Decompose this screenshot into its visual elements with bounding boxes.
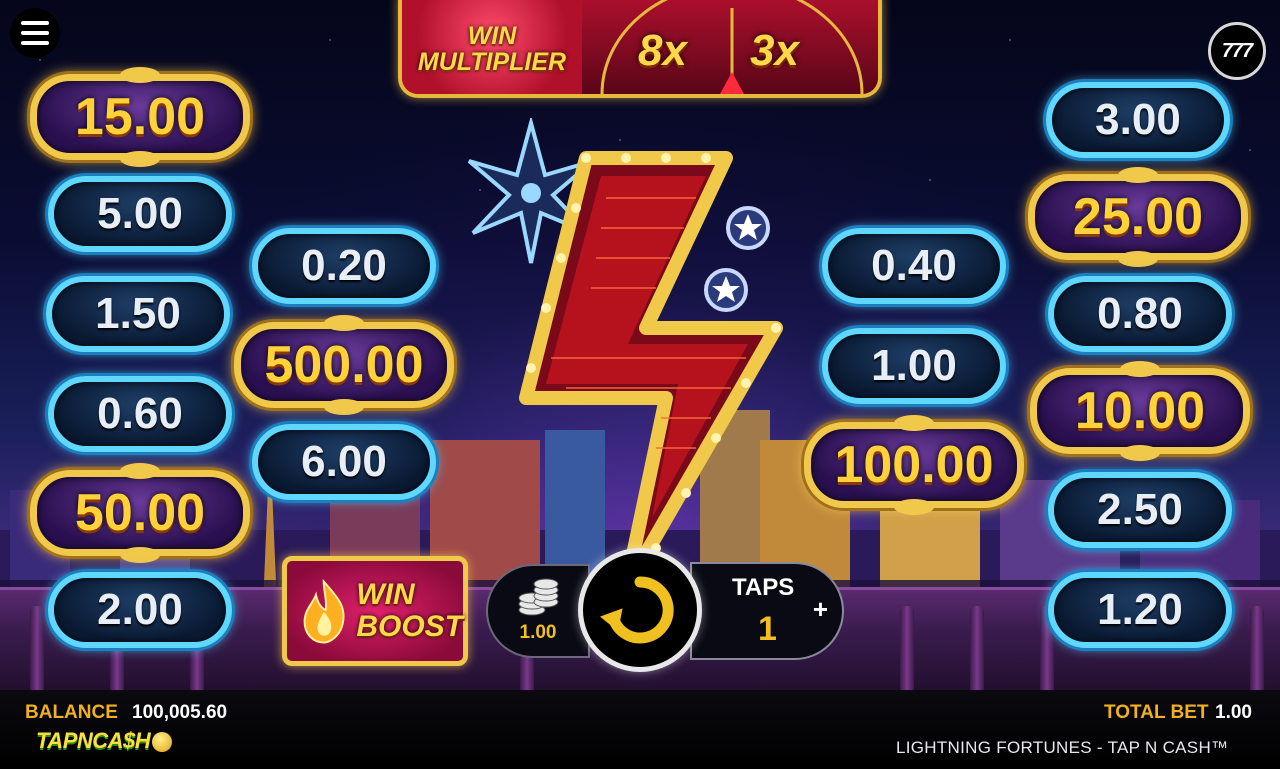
coin-stack-icon [518, 578, 559, 616]
flame-icon [303, 578, 345, 644]
balance-label: BALANCE [25, 702, 118, 723]
bottom-status-bar: BALANCE 100,005.60 TOTAL BET 1.00 TAPNCA… [0, 690, 1280, 769]
menu-bar [21, 31, 49, 35]
win-boost-button[interactable]: WIN BOOST [282, 556, 468, 666]
menu-bar [21, 41, 49, 45]
spin-button[interactable] [578, 548, 702, 672]
win-boost-line2: BOOST [356, 610, 463, 643]
brand-text: TAPNCA$H [36, 728, 151, 753]
win-multiplier-label-line2: MULTIPLIER [417, 48, 567, 76]
prize-tile[interactable]: 50.00 [30, 463, 250, 563]
win-multiplier-banner: WIN MULTIPLIER 8x 3x [398, 0, 882, 98]
prize-tile[interactable]: 2.50 [1048, 472, 1232, 548]
prize-tile[interactable]: 6.00 [252, 424, 436, 500]
prize-tile[interactable]: 0.40 [822, 228, 1006, 304]
777-badge-button[interactable]: 777 [1208, 22, 1266, 80]
coin-icon [152, 732, 173, 753]
taps-selector[interactable]: TAPS 1 + [690, 562, 844, 660]
prize-tile[interactable]: 0.20 [252, 228, 436, 304]
total-bet-label: TOTAL BET [1104, 702, 1209, 723]
taps-increase-button[interactable]: + [813, 594, 828, 625]
multiplier-value-left: 8x [638, 26, 687, 75]
game-title: LIGHTNING FORTUNES - TAP N CASH™ [896, 738, 1229, 757]
prize-tile[interactable]: 100.00 [804, 415, 1024, 515]
total-bet-value: 1.00 [1215, 702, 1252, 723]
prize-tile[interactable]: 10.00 [1030, 361, 1250, 461]
prize-tile[interactable]: 25.00 [1028, 167, 1248, 267]
lightning-bolt-icon [467, 118, 783, 595]
win-multiplier-label-line1: WIN [467, 22, 517, 50]
prize-tile[interactable]: 3.00 [1046, 82, 1230, 158]
prize-tile[interactable]: 5.00 [48, 176, 232, 252]
tapncash-logo: TAPNCA$H [36, 728, 173, 754]
prize-tile[interactable]: 500.00 [234, 315, 454, 415]
win-boost-label: WIN BOOST [356, 579, 463, 643]
balance-value: 100,005.60 [132, 702, 228, 723]
wheel-arc-icon [600, 0, 864, 94]
prize-tile[interactable]: 2.00 [48, 572, 232, 648]
bet-value: 1.00 [519, 622, 557, 643]
prize-tile[interactable]: 1.00 [822, 328, 1006, 404]
taps-label: TAPS [732, 574, 795, 601]
win-boost-line1: WIN [356, 578, 415, 611]
multiplier-wheel: 8x 3x [582, 0, 878, 94]
multiplier-value-right: 3x [750, 26, 799, 75]
prize-tile[interactable]: 1.50 [46, 276, 230, 352]
prize-tile[interactable]: 0.80 [1048, 276, 1232, 352]
bet-selector-button[interactable]: 1.00 [486, 564, 590, 658]
refresh-arrow-icon [599, 576, 674, 644]
menu-bar [21, 21, 49, 25]
taps-count: 1 [758, 610, 777, 648]
prize-tile[interactable]: 1.20 [1048, 572, 1232, 648]
hamburger-menu-button[interactable] [10, 8, 60, 58]
win-multiplier-label: WIN MULTIPLIER [402, 0, 582, 94]
prize-tile[interactable]: 15.00 [30, 67, 250, 167]
prize-tile[interactable]: 0.60 [48, 376, 232, 452]
